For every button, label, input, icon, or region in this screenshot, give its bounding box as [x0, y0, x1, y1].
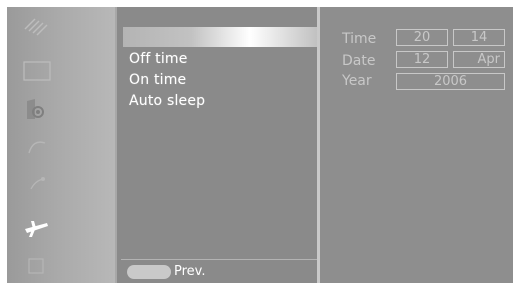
time-minutes-field[interactable]: 14	[453, 29, 505, 46]
menu-item-off-time[interactable]: Off time	[129, 51, 188, 67]
time-hours-field[interactable]: 20	[396, 29, 448, 46]
channels-icon[interactable]	[21, 169, 53, 195]
input-icon[interactable]	[21, 251, 53, 277]
installation-icon[interactable]	[21, 215, 53, 241]
picture-icon[interactable]	[21, 59, 53, 85]
prev-button[interactable]	[127, 265, 171, 279]
year-field[interactable]: 2006	[396, 73, 505, 90]
time-label: Time	[342, 31, 377, 47]
menu-footer-divider	[121, 259, 319, 260]
date-day-field[interactable]: 12	[396, 51, 448, 68]
menu-icon-rail	[7, 7, 115, 283]
menu-item-auto-sleep[interactable]: Auto sleep	[129, 93, 205, 109]
clock-settings-panel: Time 20 14 Date 12 Apr Year 2006	[320, 7, 513, 283]
setup-icon[interactable]	[21, 13, 53, 39]
menu-item-on-time[interactable]: On time	[129, 72, 186, 88]
sound-icon[interactable]	[21, 95, 53, 121]
date-month-value: Apr	[477, 52, 501, 67]
prev-label: Prev.	[174, 264, 206, 279]
year-label: Year	[342, 73, 372, 89]
features-icon[interactable]	[21, 133, 53, 159]
timer-menu-panel: Off time On time Auto sleep Prev.	[115, 7, 319, 283]
menu-item-highlighted[interactable]	[123, 27, 318, 47]
date-label: Date	[342, 53, 376, 69]
date-month-field[interactable]: Apr	[453, 51, 505, 68]
